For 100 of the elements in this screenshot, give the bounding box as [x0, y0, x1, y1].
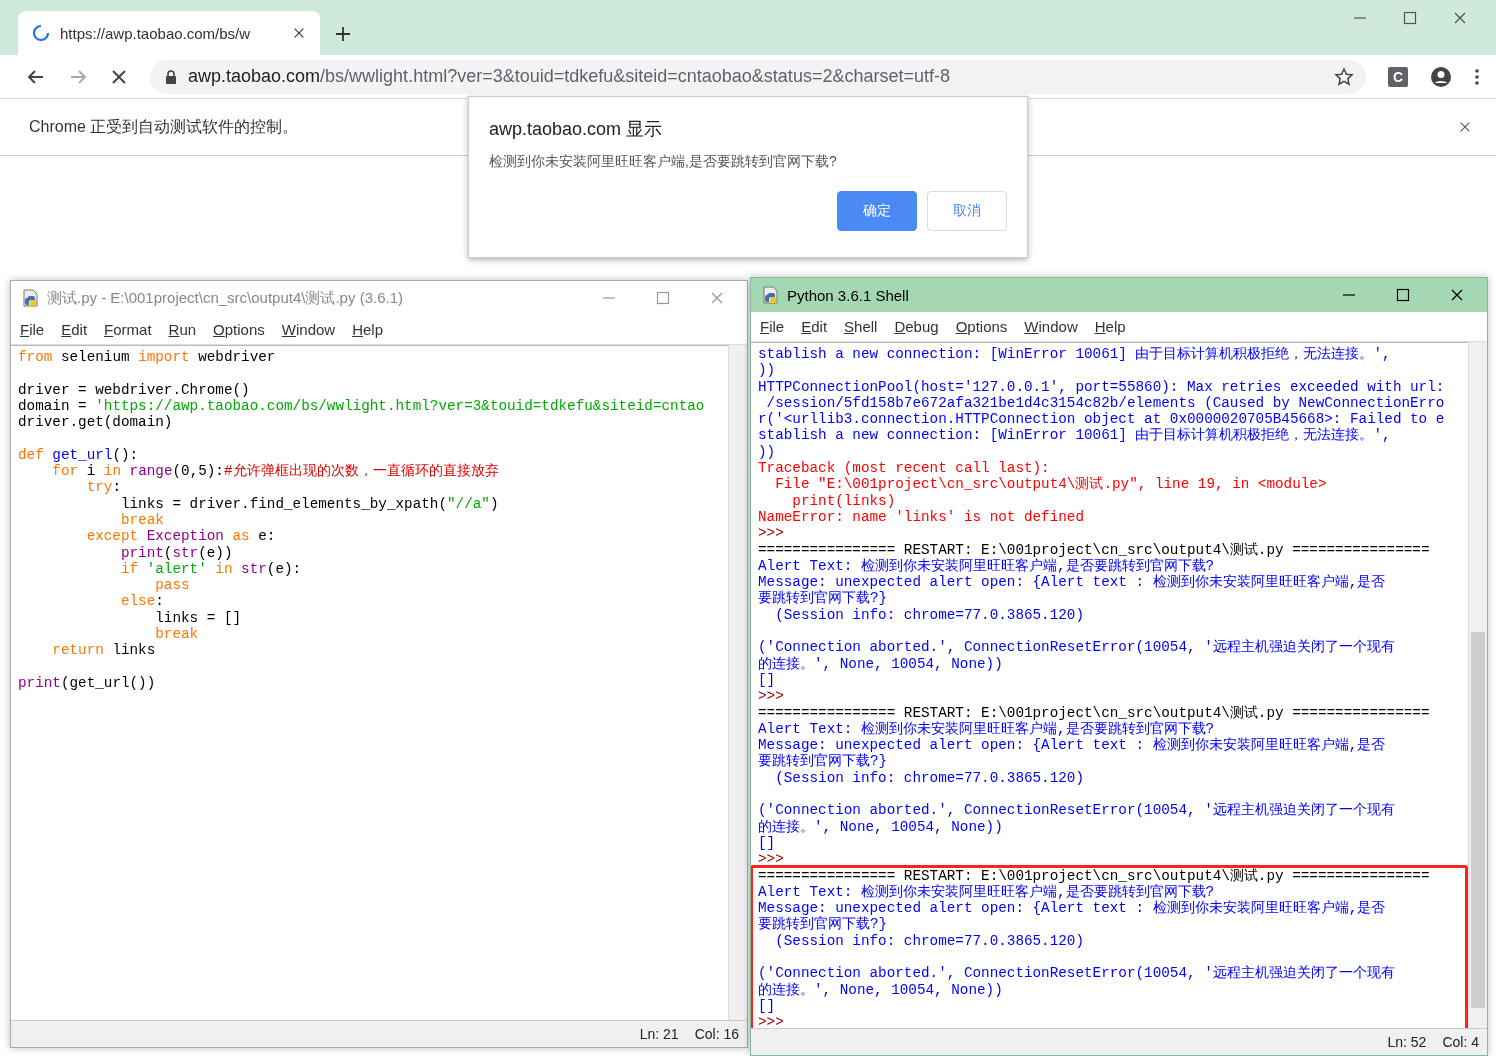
code-line: break	[154, 626, 200, 643]
close-icon[interactable]	[1449, 287, 1465, 303]
automation-notice: Chrome 正受到自动测试软件的控制。	[29, 116, 299, 137]
menu-item[interactable]: Shell	[844, 318, 878, 335]
maximize-icon[interactable]	[1402, 10, 1418, 26]
url-text: awp.taobao.com/bs/wwlight.html?ver=3&touid=tdkefu&siteid=cntaobao&status=2&charset=utf-8	[188, 66, 951, 87]
window-title: Python 3.6.1 Shell	[787, 286, 910, 304]
new-tab-icon[interactable]	[334, 25, 352, 43]
menu-item[interactable]: File	[760, 318, 785, 335]
output-line: 要跳转到官网下载?}	[758, 590, 888, 607]
code-line: domain = 'https://awp.taobao.com/bs/wwlight.html?ver=3&touid=tdkefu&siteid=cntao	[18, 397, 706, 415]
python-file-icon[interactable]	[21, 288, 41, 308]
code-line: links = []	[154, 609, 243, 627]
menu-item[interactable]: Format	[104, 321, 152, 338]
column-number: Col: 4	[1442, 1034, 1479, 1050]
code-line: return links	[51, 642, 157, 659]
output-line: []	[758, 834, 777, 852]
code-line: driver = webdriver.Chrome()	[18, 381, 251, 398]
column-number: Col: 16	[694, 1026, 739, 1042]
close-icon[interactable]	[292, 26, 306, 40]
output-line: ================ RESTART: E:\001project\cn_src\output4\测试.py ================	[758, 867, 1431, 884]
output-line: ================ RESTART: E:\001project\cn_src\output4\测试.py ================	[758, 704, 1431, 721]
menu-item[interactable]: Window	[281, 321, 336, 338]
address-bar[interactable]: awp.taobao.com/bs/wwlight.html?ver=3&touid=tdkefu&siteid=cntaobao&status=2&charset=utf-8	[150, 59, 1366, 94]
output-line: Alert Text: 检测到你未安装阿里旺旺客户端,是否要跳转到官网下载?	[758, 720, 1215, 737]
output-line: ))	[758, 443, 777, 461]
output-line: 要跳转到官网下载?}	[758, 916, 888, 933]
output-line: 的连接。', None, 10054, None))	[758, 818, 1004, 835]
output-line: (Session info: chrome=77.0.3865.120)	[774, 769, 1086, 786]
output-line: print(links)	[791, 492, 897, 509]
code-line: pass	[155, 577, 191, 594]
output-line: NameError: name 'links' is not defined	[758, 508, 1086, 526]
output-line: 要跳转到官网下载?}	[758, 753, 888, 770]
profile-icon[interactable]	[1430, 65, 1452, 88]
output-line: Message: unexpected alert open: {Alert text : 检测到你未安装阿里旺旺客户端,是否	[758, 737, 1387, 754]
close-icon[interactable]	[1452, 10, 1468, 26]
menu-icon[interactable]	[1474, 67, 1480, 86]
code-line: try:	[85, 479, 122, 496]
code-line: else:	[119, 593, 165, 610]
prompt: >>>	[758, 851, 785, 868]
menu-item[interactable]: Run	[168, 321, 197, 338]
menu-item[interactable]: Options	[213, 321, 265, 338]
menu-item[interactable]: Debug	[894, 318, 939, 335]
code-line: except Exception as e:	[85, 528, 277, 545]
menu-item[interactable]: Edit	[61, 321, 88, 338]
loading-spinner-icon[interactable]	[32, 24, 50, 42]
code-line: def get_url():	[18, 446, 140, 464]
line-number: Ln: 21	[639, 1026, 679, 1042]
code-line: from selenium import webdriver	[18, 349, 277, 366]
output-line: ================ RESTART: E:\001project\cn_src\output4\测试.py ================	[758, 541, 1431, 558]
output-line: /session/5fd158b7e672afa321be1d4c3154c82b/elements (Caused by NewConnectionErro	[765, 394, 1446, 412]
extension-button[interactable]: C	[1388, 66, 1408, 87]
code-line: driver.get(domain)	[18, 414, 174, 431]
output-line: (Session info: chrome=77.0.3865.120)	[774, 932, 1086, 949]
output-line: Message: unexpected alert open: {Alert text : 检测到你未安装阿里旺旺客户端,是否	[758, 574, 1387, 591]
output-line: (Session info: chrome=77.0.3865.120)	[774, 606, 1086, 624]
cancel-button[interactable]: 取消	[927, 191, 1007, 231]
output-line: 的连接。', None, 10054, None))	[758, 981, 1004, 998]
menu-item[interactable]: Help	[352, 321, 384, 338]
output-line: Traceback (most recent call last):	[758, 460, 1051, 477]
output-line: r('<urllib3.connection.HTTPConnection object at 0x0000020705B45668>: Failed to e	[758, 411, 1446, 428]
prompt: >>>	[758, 525, 785, 542]
output-line: 的连接。', None, 10054, None))	[758, 655, 1004, 672]
prompt: >>>	[758, 688, 785, 705]
dialog-message: 检测到你未安装阿里旺旺客户端,是否要跳转到官网下载?	[489, 153, 838, 171]
menu-item[interactable]: Window	[1024, 318, 1078, 335]
prompt: >>>	[758, 1014, 785, 1028]
output-line: HTTPConnectionPool(host='127.0.0.1', port=55860): Max retries exceeded with url:	[758, 378, 1446, 395]
menu-item[interactable]: Help	[1094, 318, 1126, 335]
output-line: []	[758, 671, 777, 689]
output-line: File "E:\001project\cn_src\output4\测试.py", line 19, in <module>	[774, 476, 1328, 493]
output-line: ('Connection aborted.', ConnectionResetError(10054, '远程主机强迫关闭了一个现有	[758, 639, 1396, 656]
menu-item[interactable]: File	[20, 321, 45, 338]
code-line: print(str(e))	[119, 544, 234, 561]
line-number: Ln: 52	[1387, 1034, 1427, 1050]
browser-tab[interactable]: https://awp.taobao.com/bs/w	[18, 11, 320, 55]
output-line: Alert Text: 检测到你未安装阿里旺旺客户端,是否要跳转到官网下载?	[758, 883, 1215, 900]
code-line: links = driver.find_elements_by_xpath("//a")	[119, 495, 500, 512]
output-line: Alert Text: 检测到你未安装阿里旺旺客户端,是否要跳转到官网下载?	[758, 557, 1215, 574]
scrollbar[interactable]	[1468, 342, 1487, 1028]
stop-icon[interactable]	[110, 67, 128, 86]
maximize-icon[interactable]	[1395, 287, 1411, 303]
tab-title: https://awp.taobao.com/bs/w	[60, 24, 252, 42]
code-line: print(get_url())	[18, 674, 157, 692]
output-line: ('Connection aborted.', ConnectionResetError(10054, '远程主机强迫关闭了一个现有	[758, 965, 1396, 982]
code-line: for i in range(0,5):#允许弹框出现的次数，一直循环的直接放弃	[51, 463, 500, 480]
output-line: Message: unexpected alert open: {Alert text : 检测到你未安装阿里旺旺客户端,是否	[758, 900, 1387, 917]
lock-icon[interactable]	[164, 68, 178, 85]
output-line: stablish a new connection: [WinError 10061] 由于目标计算机积极拒绝，无法连接。',	[758, 427, 1392, 444]
python-file-icon[interactable]	[761, 285, 781, 305]
scrollbar[interactable]	[728, 345, 747, 1020]
close-icon[interactable]	[1458, 120, 1472, 134]
output-line: stablish a new connection: [WinError 10061] 由于目标计算机积极拒绝，无法连接。',	[758, 346, 1392, 363]
code-line: break	[119, 511, 165, 529]
output-line: []	[758, 997, 777, 1015]
menu-item[interactable]: Options	[955, 318, 1008, 335]
star-icon[interactable]	[1334, 66, 1354, 87]
menu-item[interactable]: Edit	[801, 318, 828, 335]
output-line: ))	[758, 362, 777, 379]
output-line: ('Connection aborted.', ConnectionResetError(10054, '远程主机强迫关闭了一个现有	[758, 802, 1396, 819]
